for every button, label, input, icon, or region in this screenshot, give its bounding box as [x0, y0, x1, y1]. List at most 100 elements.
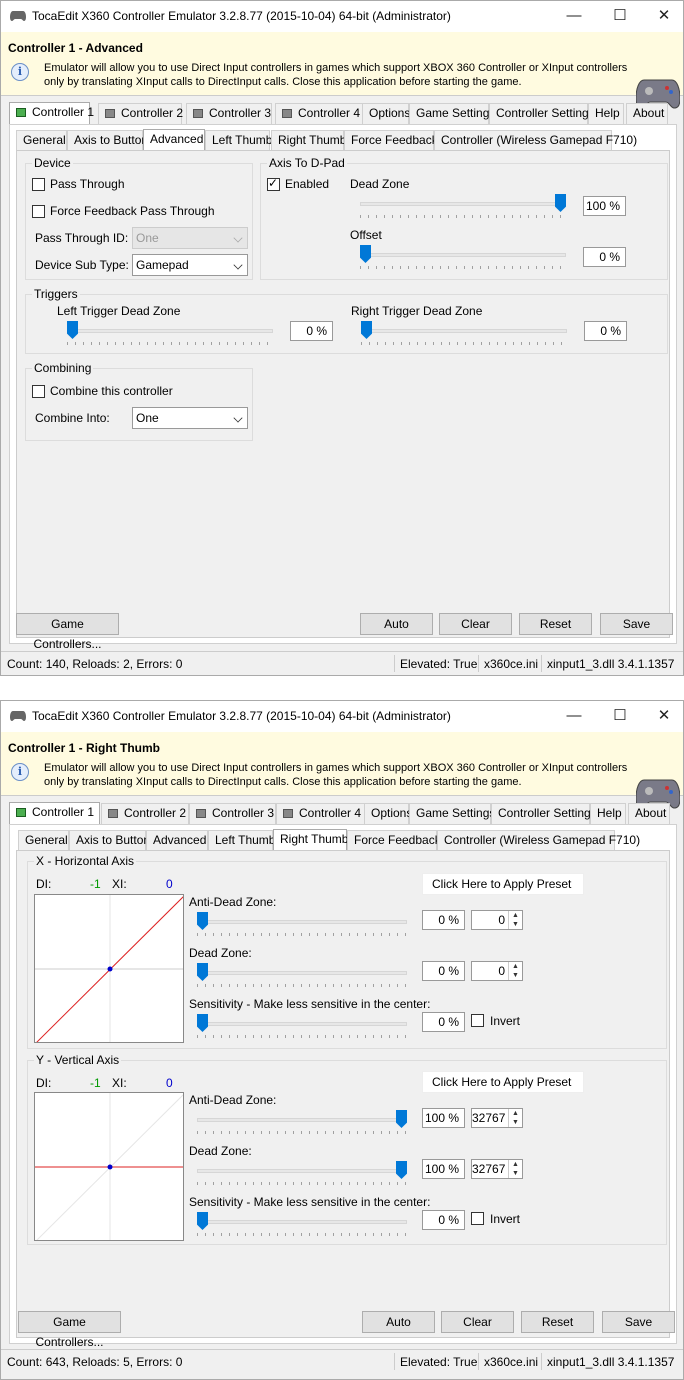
y-anti-dead-zone-spinner[interactable]: 32767 ▲ ▼: [471, 1108, 523, 1128]
dpad-offset-slider[interactable]: [354, 245, 572, 271]
y-dead-zone-slider[interactable]: [191, 1161, 413, 1187]
tab-game-settings[interactable]: Game Settings: [409, 103, 495, 124]
tab-force-feedback[interactable]: Force Feedback: [347, 830, 441, 850]
spin-up-icon[interactable]: ▲: [508, 1109, 522, 1118]
x-dead-zone-slider[interactable]: [191, 963, 413, 989]
close-button[interactable]: ✕: [641, 1, 683, 31]
minimize-button[interactable]: —: [551, 701, 597, 731]
tab-general[interactable]: General: [16, 130, 67, 150]
right-trigger-dead-zone-slider[interactable]: [355, 321, 573, 347]
tab-left-thumb[interactable]: Left Thumb: [205, 130, 272, 150]
slider-thumb[interactable]: [197, 1014, 208, 1032]
spin-down-icon[interactable]: ▼: [508, 1118, 522, 1127]
y-invert-checkbox[interactable]: [471, 1212, 484, 1225]
right-trigger-dead-zone-value[interactable]: 0 %: [584, 321, 627, 341]
x-anti-dead-zone-slider[interactable]: [191, 912, 413, 938]
maximize-button[interactable]: ☐: [597, 1, 643, 31]
title-bar[interactable]: TocaEdit X360 Controller Emulator 3.2.8.…: [1, 701, 683, 732]
tab-game-settings[interactable]: Game Settings: [409, 803, 495, 824]
tab-force-feedback[interactable]: Force Feedback: [344, 130, 438, 150]
tab-controller-1[interactable]: Controller 1: [9, 802, 100, 825]
tab-options[interactable]: Options: [364, 803, 412, 824]
y-anti-dead-zone-slider[interactable]: [191, 1110, 413, 1136]
slider-thumb[interactable]: [360, 245, 371, 263]
x-sensitivity-slider[interactable]: [191, 1014, 413, 1040]
tab-right-thumb[interactable]: Right Thumb: [273, 829, 348, 851]
tab-left-thumb[interactable]: Left Thumb: [208, 830, 275, 850]
tab-help[interactable]: Help: [590, 803, 626, 824]
tab-controller-2[interactable]: Controller 2: [101, 803, 189, 824]
tab-options[interactable]: Options: [362, 103, 410, 124]
reset-button[interactable]: Reset: [519, 613, 592, 635]
tab-help[interactable]: Help: [588, 103, 624, 124]
tab-controller-3[interactable]: Controller 3: [186, 103, 272, 124]
tab-controller-1[interactable]: Controller 1: [9, 102, 94, 125]
tab-general[interactable]: General: [18, 830, 69, 850]
tab-axis-to-button[interactable]: Axis to Button: [69, 830, 150, 850]
slider-thumb[interactable]: [197, 912, 208, 930]
reset-button[interactable]: Reset: [521, 1311, 594, 1333]
pass-through-id-select[interactable]: One: [132, 227, 248, 249]
x-invert-checkbox[interactable]: [471, 1014, 484, 1027]
tab-controller-settings[interactable]: Controller Settings: [491, 803, 597, 824]
slider-thumb[interactable]: [67, 321, 78, 339]
title-bar[interactable]: TocaEdit X360 Controller Emulator 3.2.8.…: [1, 1, 683, 32]
tab-controller-device[interactable]: Controller (Wireless Gamepad F710): [437, 830, 640, 850]
slider-thumb[interactable]: [396, 1161, 407, 1179]
tab-right-thumb[interactable]: Right Thumb: [271, 130, 346, 150]
tab-about[interactable]: About: [628, 803, 670, 824]
device-sub-type-select[interactable]: Gamepad: [132, 254, 248, 276]
apply-preset-button[interactable]: Click Here to Apply Preset: [422, 1071, 584, 1093]
left-trigger-dead-zone-slider[interactable]: [61, 321, 279, 347]
clear-button[interactable]: Clear: [441, 1311, 514, 1333]
left-trigger-dead-zone-value[interactable]: 0 %: [290, 321, 333, 341]
dpad-enabled-checkbox[interactable]: [267, 176, 280, 191]
x-dead-zone-spinner[interactable]: 0 ▲ ▼: [471, 961, 523, 981]
game-controllers-button[interactable]: Game Controllers...: [16, 613, 119, 651]
y-anti-dead-zone-value[interactable]: 100 %: [422, 1108, 465, 1128]
save-button[interactable]: Save: [602, 1311, 675, 1333]
spin-up-icon[interactable]: ▲: [508, 911, 522, 920]
apply-preset-button[interactable]: Click Here to Apply Preset: [422, 873, 584, 895]
clear-button[interactable]: Clear: [439, 613, 512, 635]
tab-axis-to-button[interactable]: Axis to Button: [67, 130, 148, 150]
y-sensitivity-slider[interactable]: [191, 1212, 413, 1238]
y-sensitivity-value[interactable]: 0 %: [422, 1210, 465, 1230]
tab-controller-device[interactable]: Controller (Wireless Gamepad F710): [434, 130, 637, 150]
spin-down-icon[interactable]: ▼: [508, 971, 522, 980]
x-anti-dead-zone-value[interactable]: 0 %: [422, 910, 465, 930]
tab-controller-2[interactable]: Controller 2: [98, 103, 183, 124]
spin-up-icon[interactable]: ▲: [508, 962, 522, 971]
dpad-dead-zone-slider[interactable]: [354, 194, 572, 220]
x-anti-dead-zone-spinner[interactable]: 0 ▲ ▼: [471, 910, 523, 930]
slider-thumb[interactable]: [197, 1212, 208, 1230]
slider-thumb[interactable]: [396, 1110, 407, 1128]
pass-through-checkbox[interactable]: [32, 178, 45, 191]
tab-controller-settings[interactable]: Controller Settings: [489, 103, 595, 124]
save-button[interactable]: Save: [600, 613, 673, 635]
dpad-offset-value[interactable]: 0 %: [583, 247, 626, 267]
auto-button[interactable]: Auto: [360, 613, 433, 635]
slider-thumb[interactable]: [555, 194, 566, 212]
tab-advanced[interactable]: Advanced: [143, 129, 205, 151]
dpad-dead-zone-value[interactable]: 100 %: [583, 196, 626, 216]
spin-down-icon[interactable]: ▼: [508, 1169, 522, 1178]
x-dead-zone-value[interactable]: 0 %: [422, 961, 465, 981]
tab-advanced[interactable]: Advanced: [146, 830, 208, 850]
game-controllers-button[interactable]: Game Controllers...: [18, 1311, 121, 1349]
close-button[interactable]: ✕: [641, 701, 683, 731]
tab-controller-4[interactable]: Controller 4: [275, 103, 364, 124]
auto-button[interactable]: Auto: [362, 1311, 435, 1333]
ff-pass-through-checkbox[interactable]: [32, 205, 45, 218]
combine-controller-checkbox[interactable]: [32, 385, 45, 398]
combine-into-select[interactable]: One: [132, 407, 248, 429]
spin-down-icon[interactable]: ▼: [508, 920, 522, 929]
spin-up-icon[interactable]: ▲: [508, 1160, 522, 1169]
tab-controller-3[interactable]: Controller 3: [189, 803, 276, 824]
y-dead-zone-value[interactable]: 100 %: [422, 1159, 465, 1179]
tab-controller-4[interactable]: Controller 4: [276, 803, 365, 824]
slider-thumb[interactable]: [361, 321, 372, 339]
minimize-button[interactable]: —: [551, 1, 597, 31]
x-sensitivity-value[interactable]: 0 %: [422, 1012, 465, 1032]
slider-thumb[interactable]: [197, 963, 208, 981]
